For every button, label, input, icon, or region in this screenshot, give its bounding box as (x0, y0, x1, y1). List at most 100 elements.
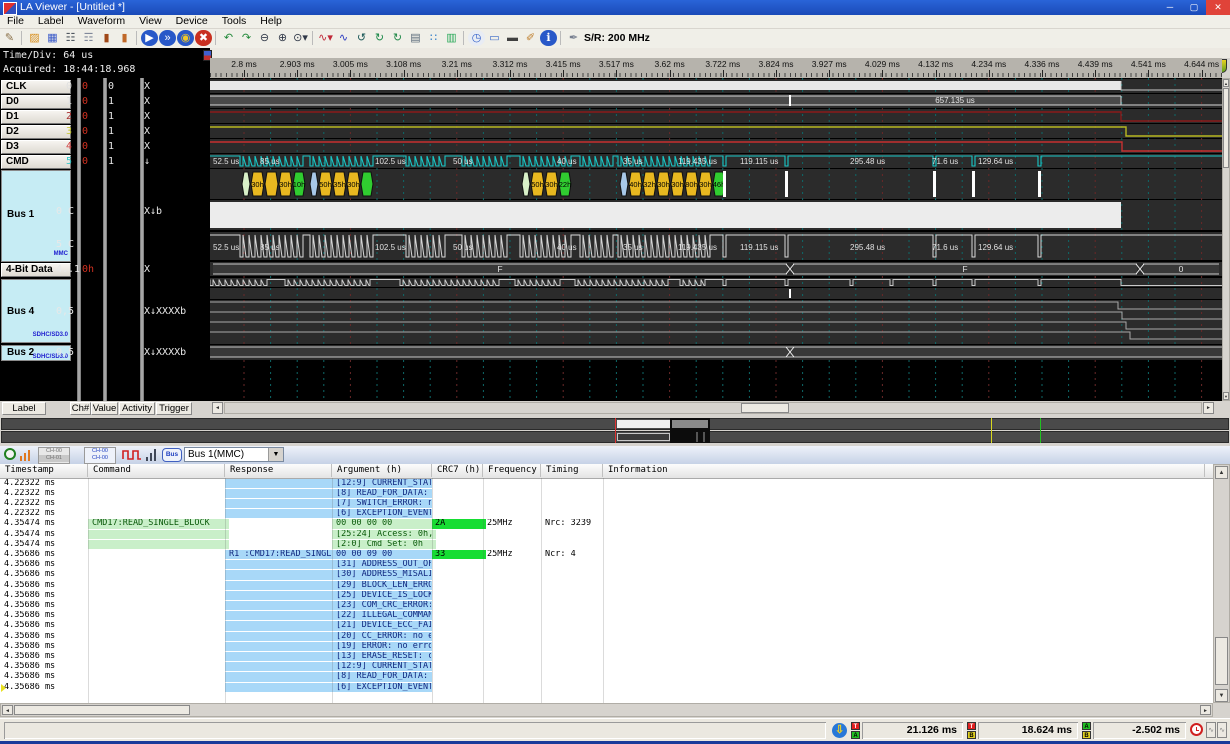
zoom-out-icon[interactable]: ⊖ (256, 30, 273, 46)
split-view-icon[interactable]: ▭ (486, 30, 503, 46)
wave-vscrollbar[interactable]: ▲ ▼ (1222, 78, 1230, 401)
tab-chnum[interactable]: Ch# (70, 402, 91, 415)
cell-timing: Nrc: 3239 (545, 519, 592, 529)
erase-icon[interactable]: ✐ (522, 30, 539, 46)
cell-timestamp: 4.22322 ms (4, 478, 56, 488)
column-header-argument-h-[interactable]: Argument (h) (332, 464, 432, 477)
column-header-crc7-h-[interactable]: CRC7 (h) (432, 464, 483, 477)
wave-scroll-left-icon[interactable]: ◄ (212, 402, 223, 414)
column-header-information[interactable]: Information (603, 464, 1205, 477)
svg-text:71.6 us: 71.6 us (932, 157, 958, 166)
run-auto-icon[interactable]: ◉ (177, 30, 194, 46)
menu-view[interactable]: View (132, 15, 169, 28)
column-header-response[interactable]: Response (225, 464, 332, 477)
acquisition-overview[interactable] (0, 416, 1230, 446)
print-preview-icon[interactable]: ☶ (80, 30, 97, 46)
table-scroll-left-icon[interactable]: ◄ (2, 705, 13, 715)
delta-ab-value: -2.502 ms (1093, 722, 1186, 739)
bus-icon[interactable]: Bus (162, 448, 182, 462)
list-view-icon[interactable]: ▬ (504, 30, 521, 46)
column-header-command[interactable]: Command (88, 464, 225, 477)
trigger-settings-icon[interactable]: ∿▾ (317, 30, 334, 46)
menu-device[interactable]: Device (169, 15, 215, 28)
bus-select-dropdown[interactable]: Bus 1(MMC) ▼ (184, 447, 284, 462)
panel-tabs-row: ◄ ► Label Ch# Value Activity Trigger (0, 401, 1230, 416)
column-header-frequency[interactable]: Frequency (483, 464, 541, 477)
channel-activity: 1 (108, 156, 115, 167)
wave-hscroll-thumb[interactable] (741, 403, 789, 413)
refresh-icon[interactable]: ↻ (389, 30, 406, 46)
time-ruler[interactable]: 2.8 ms 2.903 ms 3.005 ms 3.108 ms 3.21 ms 3.3… (210, 58, 1222, 79)
undo-zoom-icon[interactable]: ↶ (220, 30, 237, 46)
tab-label[interactable]: Label (2, 402, 46, 415)
tab-value[interactable]: Value (91, 402, 118, 415)
menu-file[interactable]: File (0, 15, 31, 28)
wave-scroll-up-icon[interactable]: ▲ (1223, 79, 1229, 87)
run-continuous-icon[interactable]: » (159, 30, 176, 46)
alarm-clock-icon[interactable] (1190, 723, 1203, 736)
search-forward-icon[interactable]: ↻ (371, 30, 388, 46)
channel-pair-blue-icon[interactable]: CH-00 CH-00 (84, 447, 116, 464)
print-icon[interactable]: ☷ (62, 30, 79, 46)
save-icon[interactable]: ▦ (44, 30, 61, 46)
menu-waveform[interactable]: Waveform (71, 15, 132, 28)
export-icon[interactable]: ▮ (116, 30, 133, 46)
zoom-mode-icon[interactable]: ⊙▾ (292, 30, 309, 46)
svg-text:40h: 40h (629, 180, 642, 189)
table-scroll-down-icon[interactable]: ▼ (1215, 689, 1228, 702)
probe-icon[interactable]: ✒ (565, 30, 582, 46)
zoom-in-icon[interactable]: ⊕ (274, 30, 291, 46)
mini-wave-button-1[interactable]: ∿ (1206, 722, 1216, 738)
open-icon[interactable]: ▨ (26, 30, 43, 46)
tab-trigger[interactable]: Trigger (156, 402, 192, 415)
waveform-view[interactable]: 657.135 us 52.5 us 85 us 102.5 us 50 us 40 us… (210, 78, 1222, 401)
column-header-timing[interactable]: Timing (541, 464, 603, 477)
menu-tools[interactable]: Tools (215, 15, 254, 28)
table-hscrollbar[interactable]: ◄ ► (0, 703, 1213, 717)
channel-groups-icon[interactable]: ∷ (425, 30, 442, 46)
wave-vscroll-thumb[interactable] (1223, 88, 1229, 168)
table-view-icon[interactable]: ▤ (407, 30, 424, 46)
analyzer-stats-icon[interactable] (20, 450, 32, 461)
redo-zoom-icon[interactable]: ↷ (238, 30, 255, 46)
wave-scroll-right-icon[interactable]: ► (1203, 402, 1214, 414)
overview-cursor-a (991, 418, 992, 443)
trigger-pattern-icon[interactable]: ∿ (335, 30, 352, 46)
cell-command: CMD17:READ_SINGLE_BLOCK (88, 519, 229, 529)
group-channels: 0 C (56, 206, 75, 217)
tab-activity[interactable]: Activity (119, 402, 155, 415)
wave-hscrollbar[interactable] (224, 402, 1202, 414)
dropdown-arrow-icon[interactable]: ▼ (268, 448, 283, 461)
table-scroll-right-icon[interactable]: ► (1200, 705, 1211, 715)
cell-argument: [13] ERASE_RESET: clear (336, 651, 431, 662)
minimize-button[interactable]: ─ (1158, 0, 1182, 15)
time-display-icon[interactable]: ◷ (468, 30, 485, 46)
svg-text:119.435 us: 119.435 us (678, 157, 717, 166)
close-button[interactable]: ✕ (1206, 0, 1230, 15)
search-back-icon[interactable]: ↺ (353, 30, 370, 46)
overview-view-window[interactable] (670, 418, 710, 443)
bar-chart-icon[interactable] (146, 449, 159, 461)
square-wave-icon[interactable] (122, 449, 142, 461)
cell-argument: [2:0] Cmd Set: 0h (332, 539, 436, 550)
group-trigger: X↓b (144, 206, 163, 217)
mini-wave-button-2[interactable]: ∿ (1217, 722, 1227, 738)
statistics-icon[interactable]: ▥ (443, 30, 460, 46)
analyzer-clock-icon[interactable] (4, 448, 16, 460)
tools-icon[interactable]: ✎ (1, 30, 18, 46)
table-vscroll-thumb[interactable] (1215, 637, 1228, 685)
run-icon[interactable]: ▶ (141, 30, 158, 46)
wave-scroll-down-icon[interactable]: ▼ (1223, 392, 1229, 400)
table-scroll-up-icon[interactable]: ▲ (1215, 466, 1228, 479)
table-vscrollbar[interactable]: ▲ ▼ (1213, 464, 1230, 703)
import-icon[interactable]: ▮ (98, 30, 115, 46)
menu-label[interactable]: Label (31, 15, 71, 28)
channel-pair-gray-icon[interactable]: CH-00 CH-01 (38, 447, 70, 464)
maximize-button[interactable]: ▢ (1182, 0, 1206, 15)
menu-help[interactable]: Help (253, 15, 289, 28)
column-header-timestamp[interactable]: Timestamp (0, 464, 88, 477)
stop-icon[interactable]: ✖ (195, 30, 212, 46)
info-icon[interactable]: ℹ (540, 30, 557, 46)
table-hscroll-thumb[interactable] (14, 705, 190, 715)
svg-text:85 us: 85 us (260, 157, 280, 166)
